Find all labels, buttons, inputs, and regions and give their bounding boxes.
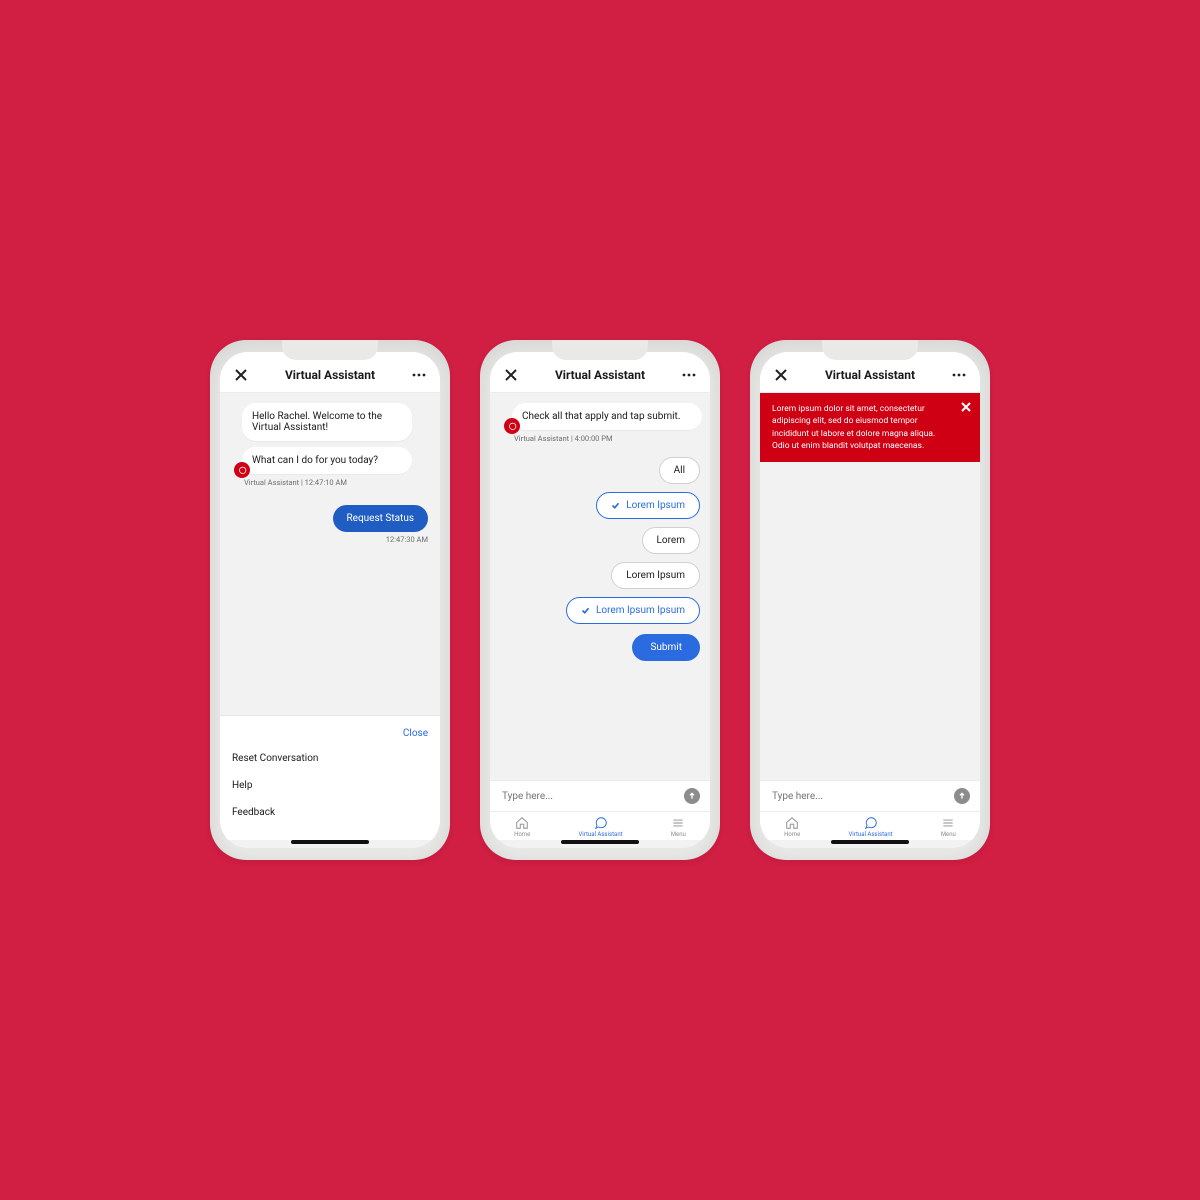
tab-label: Home	[784, 831, 800, 838]
chat-body: Hello Rachel. Welcome to the Virtual Ass…	[220, 393, 440, 715]
close-icon[interactable]	[502, 366, 520, 384]
header-title: Virtual Assistant	[285, 368, 375, 382]
phone-frame-1: Virtual Assistant Hello Rachel. Welcome …	[210, 340, 450, 860]
option-chip-all[interactable]: All	[659, 457, 700, 484]
more-icon[interactable]	[410, 366, 428, 384]
assistant-avatar-icon	[504, 418, 520, 434]
screen-error: Virtual Assistant Lorem ipsum dolor sit …	[760, 352, 980, 848]
assistant-message-text: What can I do for you today?	[252, 455, 378, 466]
device-notch	[822, 340, 918, 360]
chat-icon	[594, 816, 608, 830]
option-chip-label: Lorem Ipsum	[626, 500, 685, 511]
assistant-message: Hello Rachel. Welcome to the Virtual Ass…	[242, 403, 412, 441]
user-row: Request Status 12:47:30 AM	[228, 505, 432, 544]
bottom-group: Home Virtual Assistant Menu	[490, 780, 710, 848]
chat-input-bar	[760, 780, 980, 811]
tab-label: Menu	[671, 831, 686, 838]
bottom-group: Home Virtual Assistant Menu	[760, 780, 980, 848]
tab-menu[interactable]: Menu	[941, 816, 956, 838]
chat-body: Check all that apply and tap submit. Vir…	[490, 393, 710, 780]
assistant-message: Check all that apply and tap submit.	[512, 403, 702, 430]
device-notch	[282, 340, 378, 360]
tab-label: Home	[514, 831, 530, 838]
header-title: Virtual Assistant	[555, 368, 645, 382]
assistant-message-text: Check all that apply and tap submit.	[522, 411, 680, 422]
home-icon	[785, 816, 799, 830]
tab-home[interactable]: Home	[514, 816, 530, 838]
option-chip[interactable]: Lorem Ipsum	[596, 492, 700, 519]
error-banner: Lorem ipsum dolor sit amet, consectetur …	[760, 393, 980, 462]
assistant-avatar-icon	[234, 462, 250, 478]
phone-frame-2: Virtual Assistant Check all that apply a…	[480, 340, 720, 860]
screen-conversation: Virtual Assistant Hello Rachel. Welcome …	[220, 352, 440, 848]
header-title: Virtual Assistant	[825, 368, 915, 382]
option-chip[interactable]: Lorem Ipsum	[611, 562, 700, 589]
screen-selection: Virtual Assistant Check all that apply a…	[490, 352, 710, 848]
bottom-tabbar: Home Virtual Assistant Menu	[490, 811, 710, 840]
option-chip[interactable]: Lorem	[642, 527, 700, 554]
menu-icon	[941, 816, 955, 830]
tab-label: Virtual Assistant	[578, 831, 622, 838]
tab-home[interactable]: Home	[784, 816, 800, 838]
send-button[interactable]	[954, 788, 970, 804]
menu-icon	[671, 816, 685, 830]
option-group: All Lorem Ipsum Lorem Lorem Ipsum Lorem …	[498, 457, 702, 661]
arrow-up-icon	[958, 792, 966, 800]
check-icon	[581, 606, 590, 615]
assistant-message: What can I do for you today?	[242, 447, 412, 474]
user-meta: 12:47:30 AM	[386, 535, 428, 544]
tab-menu[interactable]: Menu	[671, 816, 686, 838]
home-indicator	[561, 840, 639, 844]
tab-virtual-assistant[interactable]: Virtual Assistant	[578, 816, 622, 838]
arrow-up-icon	[688, 792, 696, 800]
check-icon	[611, 501, 620, 510]
close-icon[interactable]	[772, 366, 790, 384]
menu-close-button[interactable]: Close	[403, 726, 428, 745]
chat-icon	[864, 816, 878, 830]
close-icon[interactable]	[232, 366, 250, 384]
chat-input[interactable]	[770, 790, 954, 803]
option-chip-label: Lorem Ipsum Ipsum	[596, 605, 685, 616]
tab-label: Virtual Assistant	[848, 831, 892, 838]
send-button[interactable]	[684, 788, 700, 804]
menu-item-help[interactable]: Help	[232, 772, 428, 799]
chat-input[interactable]	[500, 790, 684, 803]
tab-label: Menu	[941, 831, 956, 838]
error-close-icon[interactable]	[960, 401, 972, 413]
error-text: Lorem ipsum dolor sit amet, consectetur …	[772, 404, 935, 451]
phone-frame-3: Virtual Assistant Lorem ipsum dolor sit …	[750, 340, 990, 860]
home-indicator	[291, 840, 369, 844]
assistant-meta: Virtual Assistant | 4:00:00 PM	[514, 434, 702, 443]
more-icon[interactable]	[950, 366, 968, 384]
bottom-tabbar: Home Virtual Assistant Menu	[760, 811, 980, 840]
more-icon[interactable]	[680, 366, 698, 384]
menu-item-reset[interactable]: Reset Conversation	[232, 745, 428, 772]
home-icon	[515, 816, 529, 830]
home-indicator	[831, 840, 909, 844]
option-chip[interactable]: Lorem Ipsum Ipsum	[566, 597, 700, 624]
device-notch	[552, 340, 648, 360]
tab-virtual-assistant[interactable]: Virtual Assistant	[848, 816, 892, 838]
user-message: Request Status	[333, 505, 428, 532]
overflow-menu-sheet: Close Reset Conversation Help Feedback	[220, 715, 440, 840]
menu-item-feedback[interactable]: Feedback	[232, 799, 428, 826]
assistant-meta: Virtual Assistant | 12:47:10 AM	[244, 478, 432, 487]
chat-input-bar	[490, 780, 710, 811]
chat-body	[760, 462, 980, 780]
submit-button[interactable]: Submit	[632, 634, 700, 661]
